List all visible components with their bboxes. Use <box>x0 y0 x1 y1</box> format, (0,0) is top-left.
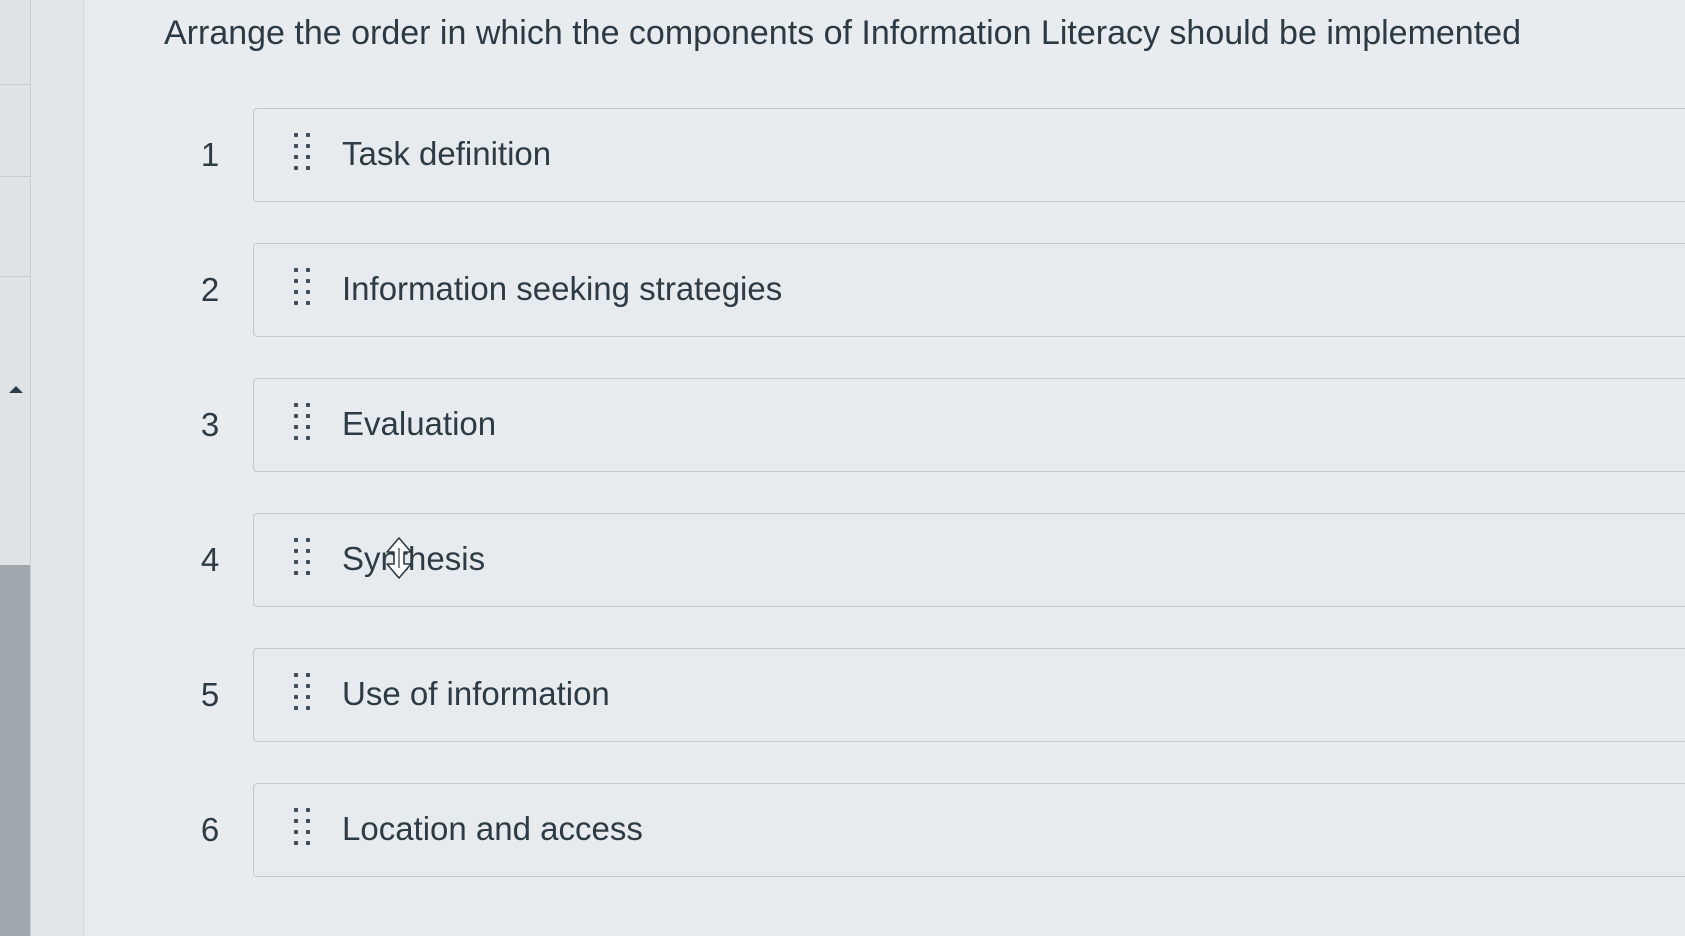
answer-row: 3 Evaluation <box>190 378 1685 474</box>
drag-handle-icon[interactable] <box>294 268 314 308</box>
order-number: 3 <box>200 406 220 443</box>
question-text: Arrange the order in which the component… <box>164 14 1521 52</box>
draggable-answer-card[interactable]: Evaluation <box>253 378 1685 472</box>
answer-label: Synthesis <box>342 540 486 577</box>
order-number: 1 <box>200 136 220 173</box>
order-number: 5 <box>200 676 220 713</box>
answer-label: Task definition <box>342 135 552 172</box>
draggable-answer-card[interactable]: Synthesis <box>253 513 1685 607</box>
order-number: 4 <box>200 541 220 578</box>
answer-row: 1 Task definition <box>190 108 1685 204</box>
draggable-answer-card[interactable]: Task definition <box>253 108 1685 202</box>
drag-handle-icon[interactable] <box>294 673 314 713</box>
answer-label: Evaluation <box>342 405 497 442</box>
order-number: 6 <box>200 811 220 848</box>
drag-handle-icon[interactable] <box>294 808 314 848</box>
answer-label: Use of information <box>342 675 610 712</box>
drag-handle-icon[interactable] <box>294 403 314 443</box>
left-rail <box>0 0 31 936</box>
drag-handle-icon[interactable] <box>294 133 314 173</box>
content-gutter <box>31 0 84 936</box>
rail-scroll-region <box>0 565 30 936</box>
order-number: 2 <box>200 271 220 308</box>
answer-row: 5 Use of information <box>190 648 1685 744</box>
answer-row: 2 Information seeking strategies <box>190 243 1685 339</box>
answer-label: Location and access <box>342 810 643 847</box>
rail-divider <box>0 176 30 177</box>
answer-label: Information seeking strategies <box>342 270 783 307</box>
drag-handle-icon[interactable] <box>294 538 314 578</box>
up-arrow-icon[interactable] <box>9 386 23 393</box>
draggable-answer-card[interactable]: Use of information <box>253 648 1685 742</box>
ordering-answer-list: 1 Task definition 2 Information seeking … <box>190 108 1685 918</box>
answer-row: 6 Location and access <box>190 783 1685 879</box>
draggable-answer-card[interactable]: Information seeking strategies <box>253 243 1685 337</box>
rail-divider <box>0 276 30 277</box>
draggable-answer-card[interactable]: Location and access <box>253 783 1685 877</box>
rail-divider <box>0 84 30 85</box>
answer-row: 4 Synthesis <box>190 513 1685 609</box>
